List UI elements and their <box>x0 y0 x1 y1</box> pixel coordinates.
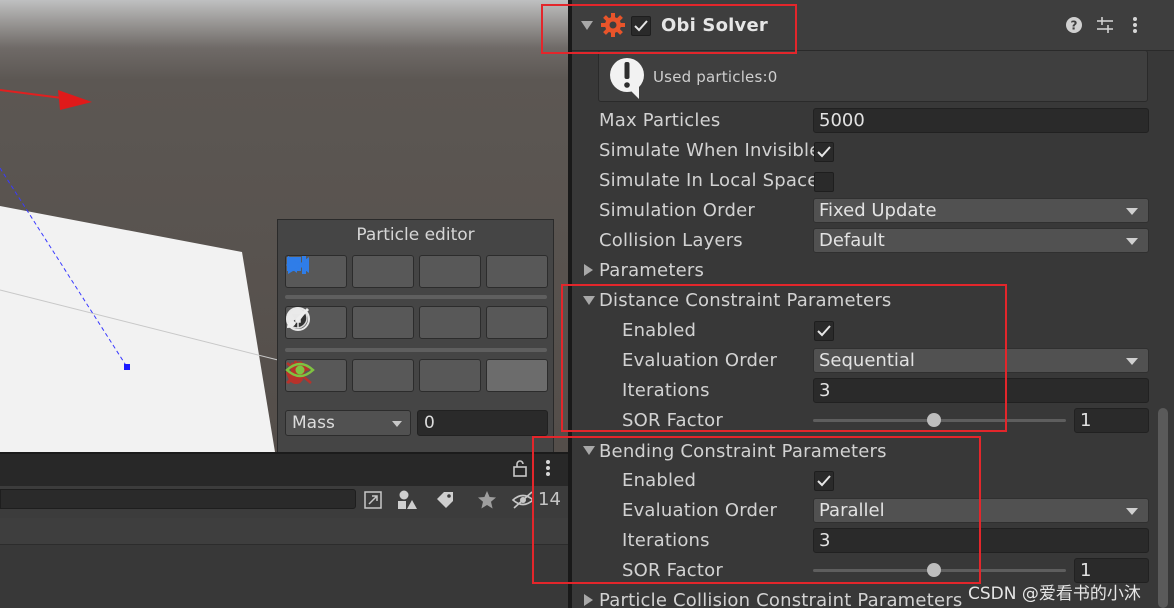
chevron-down-icon <box>1126 508 1138 515</box>
particle-editor-panel: Particle editor Mass 0 <box>277 219 554 452</box>
separator <box>285 295 547 299</box>
separator <box>285 348 547 352</box>
select-sphere-button[interactable] <box>286 306 414 339</box>
watermark: CSDN @爱看书的小沐 <box>968 584 1141 604</box>
simulate-invisible-checkbox[interactable] <box>814 142 834 162</box>
particle-editor-title: Particle editor <box>356 225 475 245</box>
stop-button[interactable] <box>287 255 414 288</box>
property-select-value: Mass <box>292 413 335 433</box>
step-forward-button[interactable] <box>288 255 548 288</box>
collision-layers-dropdown[interactable]: Default <box>813 228 1149 253</box>
hierarchy-panel: 14 <box>0 452 570 608</box>
visibility-button[interactable] <box>285 359 548 392</box>
help-box: Used particles:0 <box>598 50 1148 102</box>
lock-icon[interactable] <box>510 458 530 478</box>
focus-search-icon[interactable] <box>358 486 388 514</box>
particle-collision-section-title[interactable]: Particle Collision Constraint Parameters <box>599 590 962 608</box>
presets-sliders-icon[interactable] <box>1095 15 1115 35</box>
particle-collision-foldout-icon[interactable] <box>584 594 593 606</box>
x-axis-gizmo <box>0 89 63 99</box>
select-fixed-button[interactable] <box>286 306 481 339</box>
checkmark-icon <box>817 146 831 158</box>
help-message: Used particles:0 <box>653 68 778 86</box>
collision-layers-value: Default <box>819 230 885 251</box>
constraint-tools-row <box>285 359 548 392</box>
distance-sor-field[interactable]: 1 <box>1074 408 1149 433</box>
warning-bubble-icon <box>609 55 647 99</box>
play-button[interactable] <box>288 255 481 288</box>
parameters-foldout[interactable]: Parameters <box>599 260 704 281</box>
filter-by-label-icon[interactable] <box>430 486 460 514</box>
selected-particle <box>124 364 130 370</box>
parameters-foldout-icon[interactable] <box>584 264 593 276</box>
x-axis-arrowhead <box>58 90 92 110</box>
max-particles-value: 5000 <box>819 110 865 131</box>
max-particles-label: Max Particles <box>599 110 721 131</box>
simulate-invisible-label: Simulate When Invisible <box>599 140 821 161</box>
simulation-order-value: Fixed Update <box>819 200 937 221</box>
property-value-text: 0 <box>424 413 435 433</box>
chevron-down-icon <box>1126 208 1138 215</box>
property-value-field[interactable]: 0 <box>417 410 548 436</box>
paint-brush-button[interactable] <box>287 306 548 339</box>
playback-row <box>285 255 548 288</box>
panel-tab-bar <box>0 452 570 486</box>
simulate-local-label: Simulate In Local Space <box>599 170 819 191</box>
help-icon[interactable]: ? <box>1065 16 1083 34</box>
simulate-local-checkbox[interactable] <box>814 172 834 192</box>
search-input[interactable] <box>0 489 356 509</box>
chevron-down-icon <box>1126 238 1138 245</box>
bending-sor-value: 1 <box>1080 560 1092 581</box>
collision-layers-label: Collision Layers <box>599 230 743 251</box>
simulation-order-label: Simulation Order <box>599 200 755 221</box>
distance-sor-value: 1 <box>1080 410 1092 431</box>
favorites-star-icon[interactable] <box>472 486 502 514</box>
header-row <box>0 518 570 545</box>
component-menu-icon[interactable] <box>1127 15 1143 35</box>
highlight-box-solver <box>541 4 797 54</box>
chevron-down-icon <box>1126 358 1138 365</box>
step-forward-icon <box>288 256 306 274</box>
max-particles-field[interactable]: 5000 <box>813 108 1149 133</box>
cloth-plane <box>0 206 275 452</box>
hand-button[interactable] <box>285 359 481 392</box>
list-area <box>0 545 570 608</box>
eye-icon <box>285 362 315 378</box>
filter-by-type-icon[interactable] <box>392 486 422 514</box>
unpin-button[interactable] <box>286 359 414 392</box>
selection-tools-row <box>285 306 548 339</box>
chevron-down-icon <box>392 421 402 427</box>
inspector-scrollbar[interactable] <box>1158 408 1168 608</box>
highlight-box-bending <box>532 436 981 584</box>
brush-icon <box>287 308 309 328</box>
scene-view[interactable]: Particle editor Mass 0 <box>0 0 570 452</box>
highlight-box-distance <box>561 284 1007 432</box>
property-select[interactable]: Mass <box>285 410 411 436</box>
simulation-order-dropdown[interactable]: Fixed Update <box>813 198 1149 223</box>
svg-text:?: ? <box>1071 19 1078 33</box>
